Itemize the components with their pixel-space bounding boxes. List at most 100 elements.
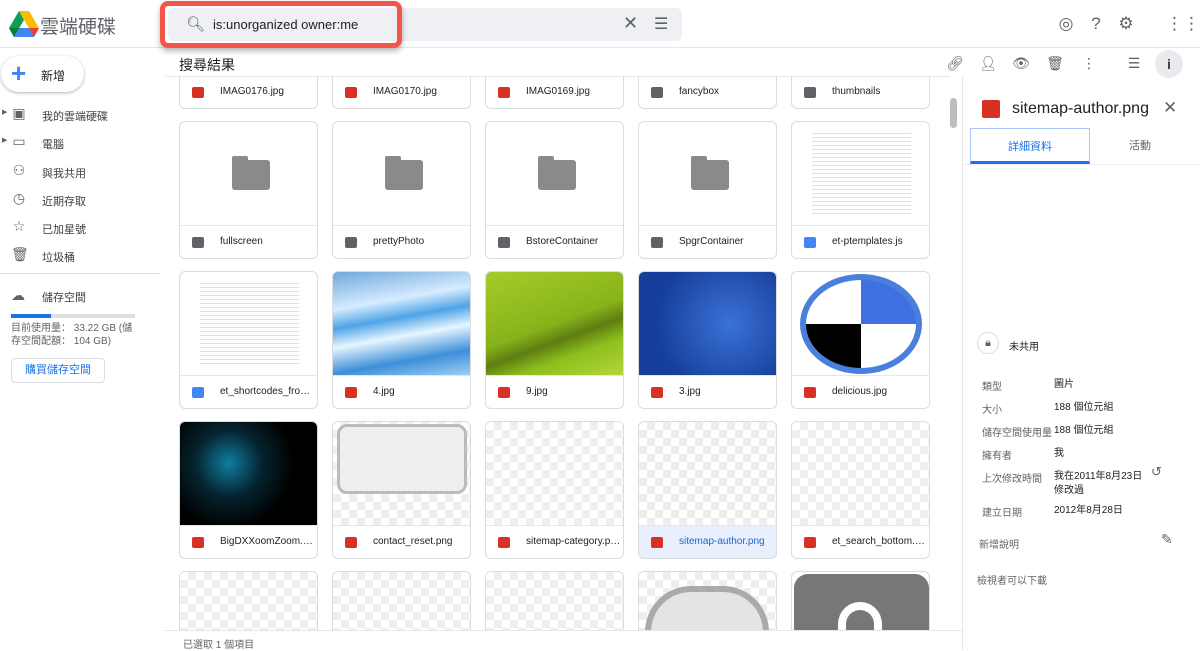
file-card[interactable] [179,571,318,630]
file-thumbnail [639,122,776,226]
search-highlight-annotation [160,1,402,48]
shared-icon: ⚇ [12,161,26,178]
details-title: sitemap-author.png [1012,100,1149,117]
file-card[interactable]: fullscreen [179,121,318,259]
storage-progress-bar [11,314,135,318]
file-thumbnail [792,272,929,376]
folder-file-icon [651,87,663,98]
buy-storage-button[interactable]: 購買儲存空間 [11,358,105,383]
document-file-icon [804,237,816,248]
file-name: fullscreen [220,236,263,247]
info-icon[interactable]: i [1155,50,1183,78]
sidebar-item-label: 已加星號 [42,224,86,237]
file-card[interactable]: IMAG0170.jpg [332,77,471,109]
file-card[interactable]: prettyPhoto [332,121,471,259]
storage-progress-fill [11,314,51,318]
file-card[interactable]: IMAG0176.jpg [179,77,318,109]
share-add-person-icon[interactable]: 👤︎ [978,55,998,72]
file-name: SpgrContainer [679,236,744,247]
file-card[interactable] [791,571,930,630]
list-view-icon[interactable]: ☰ [1124,55,1144,72]
sidebar-item-trash[interactable]: 🗑︎ 垃圾桶 [0,241,160,269]
file-card[interactable]: sitemap-author.png [638,421,777,559]
file-grid-area: IMAG0176.jpg IMAG0170.jpg IMAG0169.jpg fanc… [165,76,950,630]
file-card[interactable]: fancybox [638,77,777,109]
file-card[interactable] [638,571,777,630]
folder-file-icon [192,237,204,248]
folder-file-icon [804,87,816,98]
settings-gear-icon[interactable]: ⚙ [1116,14,1136,34]
file-card[interactable]: delicious.jpg [791,271,930,409]
tab-activity[interactable]: 活動 [1090,128,1190,164]
sidebar-item-computers[interactable]: ▶ ▭ 電腦 [0,128,160,156]
file-thumbnail [486,422,623,526]
edit-pencil-icon[interactable]: ✎ [1161,531,1173,548]
file-thumbnail [486,122,623,226]
search-options-icon[interactable]: ☰ [654,14,668,34]
sidebar-item-label: 垃圾桶 [42,252,75,265]
sidebar-item-storage[interactable]: ☁ 儲存空間 [11,287,86,304]
sidebar-divider [0,273,161,274]
file-name: delicious.jpg [832,386,888,397]
sidebar-item-recent[interactable]: ◷ 近期存取 [0,185,160,213]
file-card[interactable]: thumbnails [791,77,930,109]
scrollbar[interactable] [950,98,957,128]
new-button[interactable]: + 新增 [1,56,84,92]
file-name: BstoreContainer [526,236,599,247]
file-card[interactable] [332,571,471,630]
version-history-icon[interactable]: ↺ [1151,464,1162,480]
lock-icon: 🔒︎ [977,332,999,354]
file-thumbnail [333,122,470,226]
apps-grid-icon[interactable]: ⋮⋮ [1166,14,1200,34]
sharing-status: 未共用 [1009,342,1039,353]
clear-search-icon[interactable]: ✕ [623,13,638,34]
file-grid: IMAG0176.jpg IMAG0170.jpg IMAG0169.jpg fanc… [179,77,930,630]
cloud-icon: ☁ [11,287,25,303]
folder-file-icon [651,237,663,248]
expand-arrow-icon[interactable]: ▶ [2,108,7,116]
file-card[interactable]: SpgrContainer [638,121,777,259]
file-card[interactable]: BstoreContainer [485,121,624,259]
offline-status-icon[interactable]: ◎ [1056,14,1076,34]
file-name: BigDXXoomZoom.jpg [220,536,315,547]
file-card[interactable]: contact_reset.png [332,421,471,559]
file-card[interactable] [485,571,624,630]
file-card[interactable]: 9.jpg [485,271,624,409]
file-card[interactable]: et_shortcodes_frontend.js [179,271,318,409]
file-name: 3.jpg [679,386,701,397]
tab-details[interactable]: 詳細資料 [970,128,1090,164]
more-actions-icon[interactable]: ⋮ [1079,55,1099,72]
file-card[interactable]: et_search_bottom.png [791,421,930,559]
file-card[interactable]: 3.jpg [638,271,777,409]
image-file-icon [192,87,204,98]
file-card[interactable]: BigDXXoomZoom.jpg [179,421,318,559]
viewer-download-label: 檢視者可以下載 [977,576,1047,587]
plus-icon: + [11,58,27,88]
add-description-label: 新增說明 [979,540,1019,551]
sidebar-item-label: 與我共用 [42,167,86,180]
sidebar-item-shared[interactable]: ⚇ 與我共用 [0,157,160,185]
expand-arrow-icon[interactable]: ▶ [2,136,7,144]
sidebar-item-starred[interactable]: ☆ 已加星號 [0,213,160,241]
file-thumbnail [639,572,776,630]
image-file-icon [498,87,510,98]
file-card[interactable]: sitemap-category.png [485,421,624,559]
delete-icon[interactable]: 🗑︎ [1045,55,1065,72]
preview-eye-icon[interactable]: 👁︎ [1011,55,1031,72]
help-icon[interactable]: ? [1086,14,1106,34]
detail-key: 大小 [982,405,1002,416]
file-name: IMAG0170.jpg [373,86,437,97]
close-icon[interactable]: ✕ [1163,98,1177,118]
drive-logo[interactable] [8,10,40,38]
file-card[interactable]: IMAG0169.jpg [485,77,624,109]
link-icon[interactable]: 🔗︎ [945,55,965,72]
sidebar-item-my-drive[interactable]: ▶ ▣ 我的雲端硬碟 [0,100,160,128]
file-card[interactable]: 4.jpg [332,271,471,409]
clock-icon: ◷ [12,189,26,206]
storage-label: 儲存空間 [42,292,86,304]
detail-value: 我 [1054,448,1064,459]
file-thumbnail [486,572,623,630]
file-thumbnail [180,422,317,526]
file-name: sitemap-author.png [679,536,765,547]
file-card[interactable]: et-ptemplates.js [791,121,930,259]
